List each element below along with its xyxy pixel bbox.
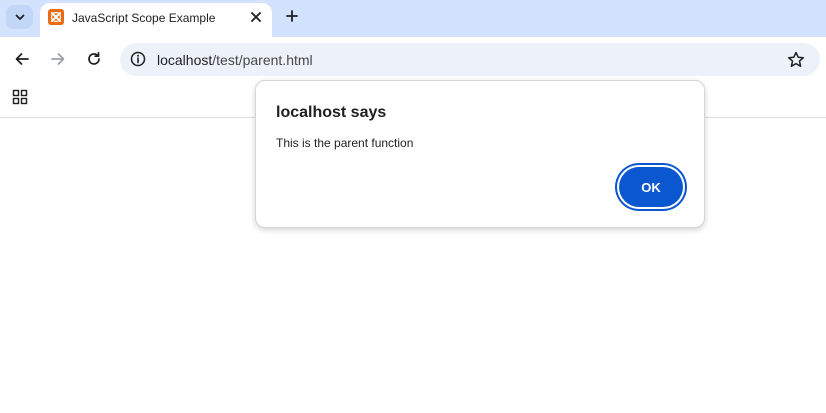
url-host: localhost — [157, 52, 213, 68]
dialog-message: This is the parent function — [276, 136, 414, 150]
reload-button[interactable] — [84, 49, 104, 69]
apps-grid-icon[interactable] — [12, 89, 28, 105]
alert-dialog: localhost says This is the parent functi… — [255, 80, 705, 228]
url-text[interactable]: localhost/test/parent.html — [157, 52, 313, 68]
dialog-title: localhost says — [276, 104, 387, 121]
url-path: /test/parent.html — [212, 52, 313, 68]
toolbar: localhost/test/parent.html — [0, 37, 826, 83]
reload-icon — [88, 51, 100, 65]
back-button[interactable] — [12, 49, 32, 69]
ok-button[interactable]: OK — [619, 167, 683, 207]
forward-button[interactable] — [48, 49, 68, 69]
tab-search-button[interactable] — [6, 5, 33, 29]
xampp-favicon-icon — [48, 9, 64, 25]
arrow-right-icon — [51, 53, 65, 65]
plus-icon — [286, 10, 298, 22]
tab-title: JavaScript Scope Example — [72, 11, 216, 25]
tab-close-button[interactable] — [247, 8, 265, 26]
address-bar[interactable]: localhost/test/parent.html — [120, 43, 820, 76]
tab-strip: JavaScript Scope Example — [0, 0, 826, 37]
bookmark-star-icon[interactable] — [786, 50, 806, 70]
arrow-left-icon — [15, 53, 29, 65]
site-info-icon[interactable] — [130, 51, 146, 67]
chevron-down-icon — [15, 14, 24, 20]
close-icon — [251, 12, 261, 22]
tab-active[interactable]: JavaScript Scope Example — [40, 3, 272, 37]
new-tab-button[interactable] — [282, 6, 302, 26]
